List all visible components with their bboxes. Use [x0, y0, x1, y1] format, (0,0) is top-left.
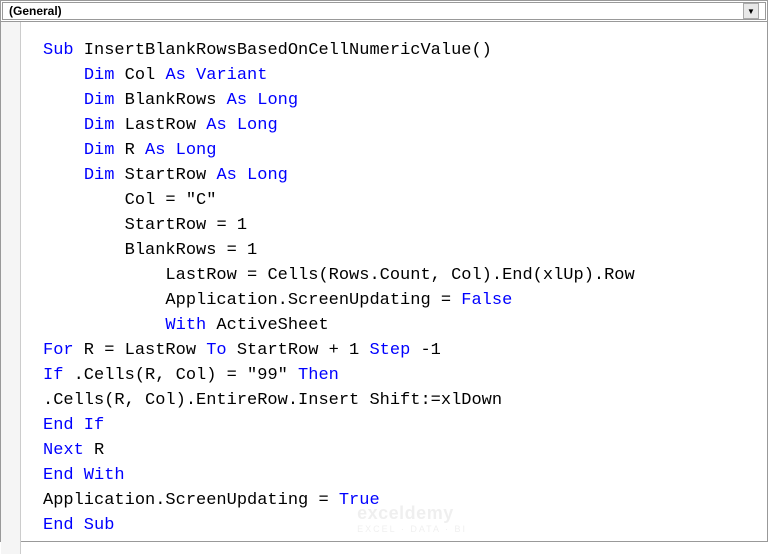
object-scope-dropdown[interactable]: (General) ▼ [2, 2, 766, 20]
code-line[interactable]: .Cells(R, Col).EntireRow.Insert Shift:=x… [43, 388, 759, 413]
code-line[interactable]: BlankRows = 1 [43, 238, 759, 263]
code-line[interactable]: Application.ScreenUpdating = True [43, 488, 759, 513]
code-line[interactable]: Next R [43, 438, 759, 463]
code-line[interactable]: With ActiveSheet [43, 313, 759, 338]
code-editor[interactable]: Sub InsertBlankRowsBasedOnCellNumericVal… [21, 22, 767, 554]
code-line[interactable]: Dim Col As Variant [43, 63, 759, 88]
object-scope-label: (General) [9, 4, 743, 18]
code-line[interactable]: Col = "C" [43, 188, 759, 213]
code-line[interactable]: Dim StartRow As Long [43, 163, 759, 188]
code-line[interactable]: Sub InsertBlankRowsBasedOnCellNumericVal… [43, 38, 759, 63]
code-line[interactable]: End Sub [43, 513, 759, 538]
declarations-bar: (General) ▼ [1, 1, 767, 22]
code-line[interactable]: Dim LastRow As Long [43, 113, 759, 138]
code-wrapper: Sub InsertBlankRowsBasedOnCellNumericVal… [1, 22, 767, 554]
code-line[interactable]: End If [43, 413, 759, 438]
chevron-down-icon[interactable]: ▼ [743, 3, 759, 19]
vbe-window: (General) ▼ Sub InsertBlankRowsBasedOnCe… [0, 0, 768, 542]
code-line[interactable]: If .Cells(R, Col) = "99" Then [43, 363, 759, 388]
code-line[interactable]: For R = LastRow To StartRow + 1 Step -1 [43, 338, 759, 363]
code-line[interactable]: Dim BlankRows As Long [43, 88, 759, 113]
code-line[interactable]: Dim R As Long [43, 138, 759, 163]
code-line[interactable]: End With [43, 463, 759, 488]
code-line[interactable]: Application.ScreenUpdating = False [43, 288, 759, 313]
code-line[interactable]: LastRow = Cells(Rows.Count, Col).End(xlU… [43, 263, 759, 288]
code-line[interactable]: StartRow = 1 [43, 213, 759, 238]
code-margin [1, 22, 21, 554]
